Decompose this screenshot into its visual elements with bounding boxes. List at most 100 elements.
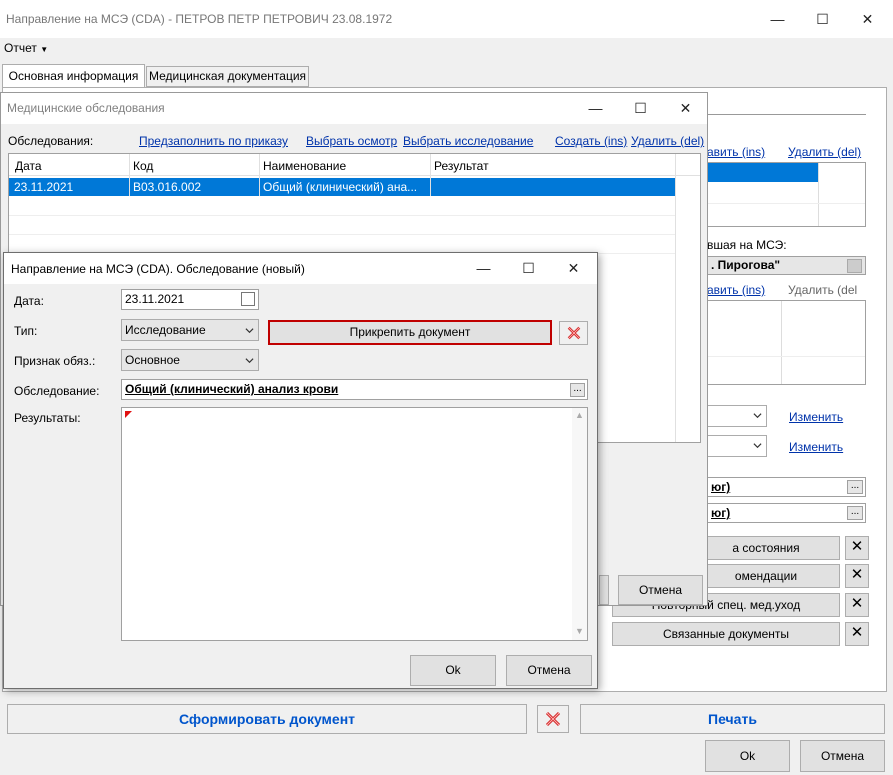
main-window-title: Направление на МСЭ (CDA) - ПЕТРОВ ПЕТР П… [6, 12, 393, 26]
change-link-2[interactable]: Изменить [789, 440, 843, 454]
change-link-1[interactable]: Изменить [789, 410, 843, 424]
date-field[interactable]: 23.11.2021 [121, 289, 259, 310]
attach-clear-button[interactable] [559, 321, 588, 345]
related-docs-clear-button[interactable]: ✕ [845, 622, 869, 646]
main-cancel-label: Отмена [820, 749, 865, 763]
delete-link-2[interactable]: Удалить (del [788, 283, 857, 297]
org-field-value: . Пирогова" [711, 258, 781, 272]
report-menu[interactable]: Отчет ▼ [4, 41, 48, 55]
table-row[interactable]: 23.11.2021 B03.016.002 Общий (клинически… [9, 178, 675, 196]
column-divider [675, 154, 676, 442]
print-button-label: Печать [708, 711, 757, 727]
select-study-link[interactable]: Выбрать исследование [403, 134, 533, 148]
attach-document-button[interactable]: Прикрепить документ [268, 320, 552, 345]
column-header-date[interactable]: Дата [15, 159, 42, 173]
print-button[interactable]: Печать [580, 704, 885, 734]
dialog-titlebar: Направление на МСЭ (CDA). Обследование (… [4, 253, 597, 284]
results-scrollbar[interactable]: ▲ ▼ [572, 408, 587, 640]
exams-ok-button-partial[interactable] [599, 575, 609, 605]
right-field-1-browse-button[interactable]: ... [847, 480, 863, 494]
dialog-cancel-label: Отмена [527, 663, 571, 677]
org-field: . Пирогова" [707, 256, 866, 275]
main-cancel-button[interactable]: Отмена [800, 740, 885, 772]
date-label: Дата: [14, 294, 44, 308]
close-icon[interactable]: ✕ [845, 4, 890, 34]
right-field-2: юг) [707, 503, 866, 523]
dialog-ok-button[interactable]: Ok [410, 655, 496, 686]
main-ok-button[interactable]: Ok [705, 740, 790, 772]
dialog-title: Направление на МСЭ (CDA). Обследование (… [11, 262, 305, 276]
scroll-up-icon[interactable]: ▲ [575, 410, 584, 420]
chevron-down-icon [753, 413, 762, 419]
scroll-down-icon[interactable]: ▼ [575, 626, 584, 636]
right-grid-1-selection [708, 163, 818, 182]
required-marker [125, 411, 132, 418]
right-divider [707, 114, 866, 115]
related-docs-button[interactable]: Связанные документы [612, 622, 840, 646]
exams-titlebar: Медицинские обследования — ☐ ✕ [1, 93, 707, 124]
prefill-link[interactable]: Предзаполнить по приказу [139, 134, 288, 148]
exam-browse-button[interactable]: ... [570, 383, 585, 397]
right-combo-1[interactable] [707, 405, 767, 427]
type-select[interactable]: Исследование [121, 319, 259, 341]
create-link[interactable]: Создать (ins) [555, 134, 627, 148]
minimize-icon[interactable]: — [755, 4, 800, 34]
exam-label: Обследование: [14, 384, 100, 398]
delete-link[interactable]: Удалить (del) [631, 134, 704, 148]
sign-select[interactable]: Основное [121, 349, 259, 371]
dialog-cancel-button[interactable]: Отмена [506, 655, 592, 686]
column-header-code[interactable]: Код [133, 159, 153, 173]
exams-cancel-label: Отмена [638, 583, 683, 597]
column-header-result[interactable]: Результат [434, 159, 489, 173]
form-document-button[interactable]: Сформировать документ [7, 704, 527, 734]
results-textarea[interactable]: ▲ ▼ [121, 407, 588, 641]
add-link-2[interactable]: авить (ins) [707, 283, 765, 297]
recommendations-clear-button[interactable]: ✕ [845, 564, 869, 588]
maximize-icon[interactable]: ☐ [800, 4, 845, 34]
exams-table-header: Дата Код Наименование Результат [9, 154, 700, 176]
column-divider [259, 154, 260, 196]
tab-med-docs-label: Медицинская документация [148, 69, 307, 83]
tab-main-info-label: Основная информация [8, 69, 139, 83]
row-date: 23.11.2021 [14, 180, 74, 194]
condition-clear-button[interactable]: ✕ [845, 536, 869, 560]
maximize-icon[interactable]: ☐ [506, 253, 551, 283]
msz-label: вшая на МСЭ: [707, 238, 787, 252]
related-docs-button-label: Связанные документы [662, 627, 790, 641]
column-header-name[interactable]: Наименование [263, 159, 346, 173]
right-combo-2[interactable] [707, 435, 767, 457]
right-grid-1-divider [818, 163, 819, 226]
column-divider [430, 154, 431, 196]
maximize-icon[interactable]: ☐ [618, 93, 663, 123]
tab-main-info[interactable]: Основная информация [2, 64, 145, 88]
date-value: 23.11.2021 [125, 292, 185, 306]
add-link-1[interactable]: авить (ins) [707, 145, 765, 159]
exams-cancel-button[interactable]: Отмена [618, 575, 703, 605]
right-grid-1 [707, 162, 866, 227]
sign-label: Признак обяз.: [14, 354, 96, 368]
right-field-1-value: юг) [711, 480, 731, 494]
empty-row-line [9, 215, 675, 216]
close-icon[interactable]: ✕ [663, 93, 708, 123]
row-code: B03.016.002 [133, 180, 202, 194]
delete-link-1[interactable]: Удалить (del) [788, 145, 861, 159]
repeat-care-clear-button[interactable]: ✕ [845, 593, 869, 617]
minimize-icon[interactable]: — [461, 253, 506, 283]
form-document-clear-button[interactable] [537, 705, 569, 733]
right-field-2-value: юг) [711, 506, 731, 520]
tab-med-docs[interactable]: Медицинская документация [146, 66, 309, 87]
org-field-button[interactable] [847, 259, 862, 273]
exams-label: Обследования: [8, 134, 94, 148]
sign-value: Основное [125, 353, 180, 367]
select-visit-link[interactable]: Выбрать осмотр [306, 134, 397, 148]
exam-value: Общий (клинический) анализ крови [125, 382, 339, 396]
exam-dialog: Направление на МСЭ (CDA). Обследование (… [3, 252, 598, 689]
right-field-2-browse-button[interactable]: ... [847, 506, 863, 520]
right-grid-2-line [708, 356, 865, 357]
chevron-down-icon: ▼ [40, 45, 49, 54]
exam-field[interactable]: Общий (клинический) анализ крови [121, 379, 588, 400]
close-icon[interactable]: ✕ [551, 253, 596, 283]
right-field-1: юг) [707, 477, 866, 497]
calendar-checkbox[interactable] [241, 292, 255, 306]
minimize-icon[interactable]: — [573, 93, 618, 123]
